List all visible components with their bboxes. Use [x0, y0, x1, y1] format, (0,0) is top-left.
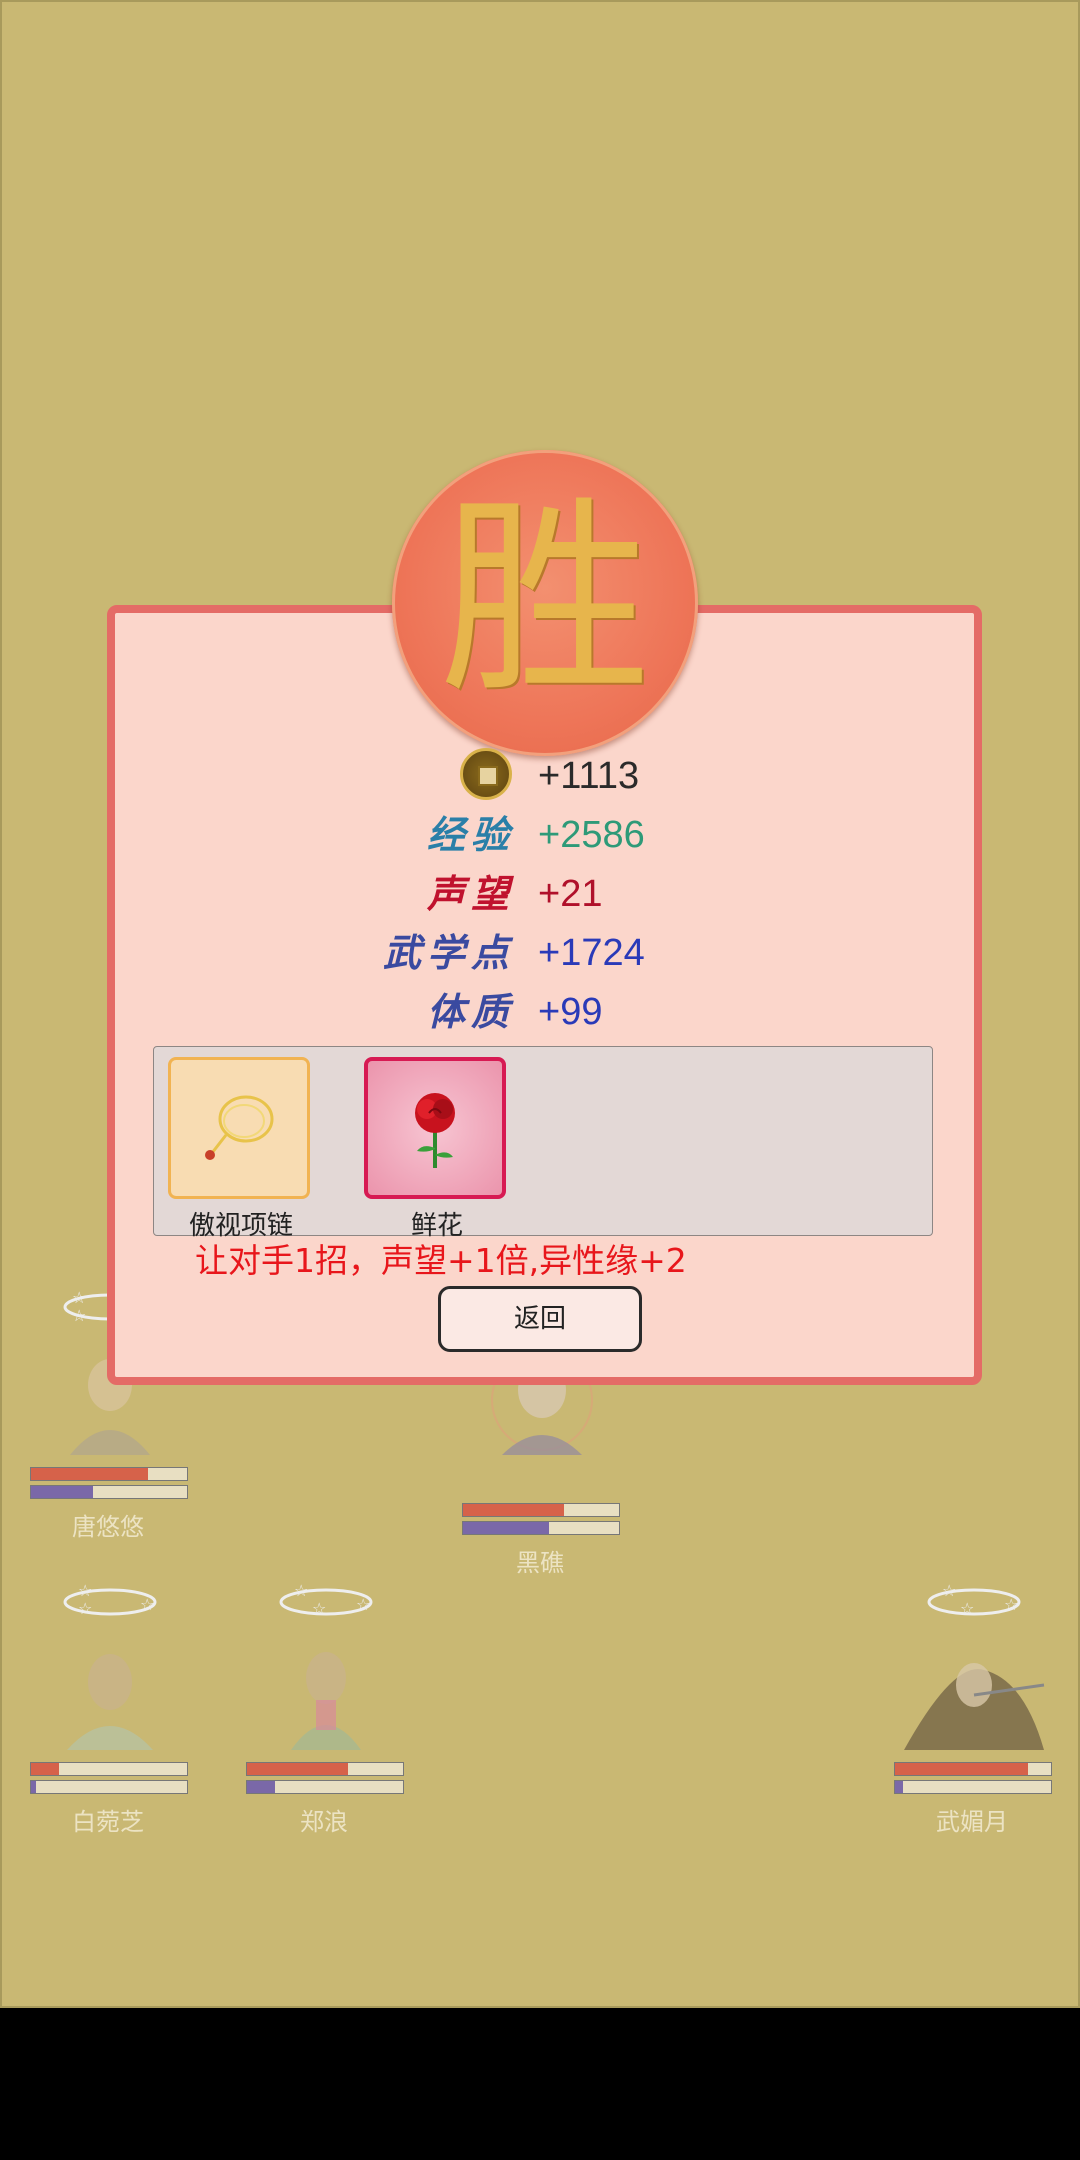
reward-value: +2586	[538, 814, 645, 856]
hp-fill	[895, 1763, 1028, 1775]
hp-bar	[894, 1762, 1052, 1776]
reward-label: 武学点	[382, 930, 515, 975]
reward-label: 声望	[426, 871, 515, 916]
coin-icon	[460, 748, 512, 800]
item-rewards-panel: 傲视项链 鲜花	[153, 1046, 933, 1241]
svg-text:☆: ☆	[312, 1599, 326, 1618]
star-halo-icon: ☆☆ ☆	[63, 1581, 157, 1618]
reward-value: +1724	[538, 932, 645, 974]
hp-fill	[247, 1763, 349, 1775]
hp-fill	[463, 1504, 565, 1516]
reward-row-fame: 声望 +21	[0, 866, 1080, 922]
victory-char: 胜	[439, 477, 650, 722]
mp-bar	[30, 1485, 188, 1499]
svg-text:☆: ☆	[960, 1599, 974, 1618]
necklace-icon	[205, 1095, 274, 1160]
item-slot[interactable]	[364, 1057, 506, 1199]
reward-value: +1113	[538, 755, 640, 797]
rose-icon	[415, 1093, 455, 1168]
hp-bar	[30, 1467, 188, 1481]
portrait-icon	[904, 1663, 1045, 1750]
reward-value: +21	[538, 873, 603, 915]
star-halo-icon: ☆☆ ☆	[927, 1581, 1021, 1618]
mp-bar	[30, 1780, 188, 1794]
mp-fill	[463, 1522, 549, 1534]
item-flower[interactable]: 鲜花	[364, 1057, 510, 1242]
reward-row-constitution: 体质 +99	[0, 984, 1080, 1040]
character-name: 黑礁	[516, 1549, 564, 1577]
hp-bar	[462, 1503, 620, 1517]
svg-text:☆: ☆	[72, 1288, 86, 1307]
hp-bar	[246, 1762, 404, 1776]
reward-label: 经验	[426, 812, 515, 857]
svg-text:☆: ☆	[78, 1599, 92, 1618]
mp-fill	[895, 1781, 903, 1793]
svg-text:☆: ☆	[356, 1595, 370, 1614]
character-name: 白菀芝	[72, 1808, 144, 1836]
mp-bar	[462, 1521, 620, 1535]
back-button[interactable]: 返回	[438, 1286, 642, 1352]
svg-text:☆: ☆	[1004, 1595, 1018, 1614]
item-necklace[interactable]: 傲视项链	[168, 1057, 314, 1242]
portrait-icon	[67, 1654, 153, 1750]
hp-bar	[30, 1762, 188, 1776]
svg-text:☆: ☆	[140, 1595, 154, 1614]
reward-value: +99	[538, 991, 603, 1033]
hp-fill	[31, 1468, 148, 1480]
star-halo-icon: ☆☆ ☆	[279, 1581, 373, 1618]
mp-bar	[894, 1780, 1052, 1794]
mp-fill	[247, 1781, 276, 1793]
item-slot[interactable]	[168, 1057, 310, 1199]
character-name: 唐悠悠	[72, 1513, 144, 1541]
result-note: 让对手1招，声望+1倍,异性缘+2	[195, 1241, 687, 1280]
mp-fill	[31, 1486, 94, 1498]
svg-text:☆: ☆	[78, 1581, 92, 1600]
svg-text:☆: ☆	[942, 1581, 956, 1600]
mp-fill	[31, 1781, 36, 1793]
reward-row-coin: +1113	[0, 748, 1080, 804]
character-name: 武媚月	[936, 1808, 1008, 1836]
portrait-icon	[291, 1652, 361, 1750]
victory-medal: 胜	[392, 450, 698, 756]
hp-fill	[31, 1763, 60, 1775]
mp-bar	[246, 1780, 404, 1794]
reward-label: 体质	[426, 989, 515, 1034]
reward-row-martial: 武学点 +1724	[0, 925, 1080, 981]
reward-row-exp: 经验 +2586	[0, 807, 1080, 863]
svg-text:☆: ☆	[72, 1306, 86, 1325]
svg-text:☆: ☆	[294, 1581, 308, 1600]
character-name: 郑浪	[300, 1808, 348, 1836]
